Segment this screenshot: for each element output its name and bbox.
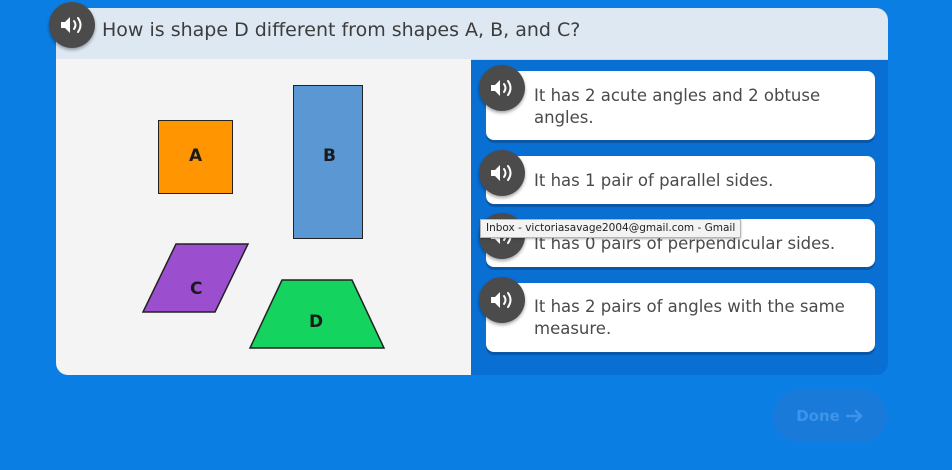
shape-a: A <box>158 120 233 194</box>
done-button-label: Done <box>796 407 840 425</box>
answer-option-2-text: It has 1 pair of parallel sides. <box>534 171 774 190</box>
shape-d-label: D <box>309 312 324 332</box>
speaker-icon <box>61 17 82 33</box>
answer-option-4-text: It has 2 pairs of angles with the same m… <box>534 297 845 338</box>
shape-b: B <box>293 85 363 239</box>
answer-option-4[interactable]: It has 2 pairs of angles with the same m… <box>486 283 875 352</box>
shape-c-label: C <box>190 279 203 299</box>
done-button[interactable]: Done <box>773 390 887 442</box>
question-audio-button[interactable] <box>49 2 95 48</box>
answer-option-1[interactable]: It has 2 acute angles and 2 obtuse angle… <box>486 71 875 140</box>
answer-option-1-text: It has 2 acute angles and 2 obtuse angle… <box>534 86 821 127</box>
question-bar: How is shape D different from shapes A, … <box>56 8 888 60</box>
shape-panel: A B C D <box>56 59 471 375</box>
arrow-right-icon <box>845 409 863 423</box>
question-text: How is shape D different from shapes A, … <box>102 19 581 41</box>
speaker-icon <box>491 292 512 308</box>
speaker-icon <box>491 165 512 181</box>
shape-a-label: A <box>189 146 203 166</box>
shape-b-label: B <box>323 146 336 166</box>
shape-c <box>141 243 250 313</box>
answer-2-audio-button[interactable] <box>479 150 525 196</box>
answer-1-audio-button[interactable] <box>479 65 525 111</box>
speaker-icon <box>491 80 512 96</box>
answer-4-audio-button[interactable] <box>479 277 525 323</box>
answer-option-2[interactable]: It has 1 pair of parallel sides. <box>486 156 875 204</box>
browser-tooltip: Inbox - victoriasavage2004@gmail.com - G… <box>480 219 742 238</box>
